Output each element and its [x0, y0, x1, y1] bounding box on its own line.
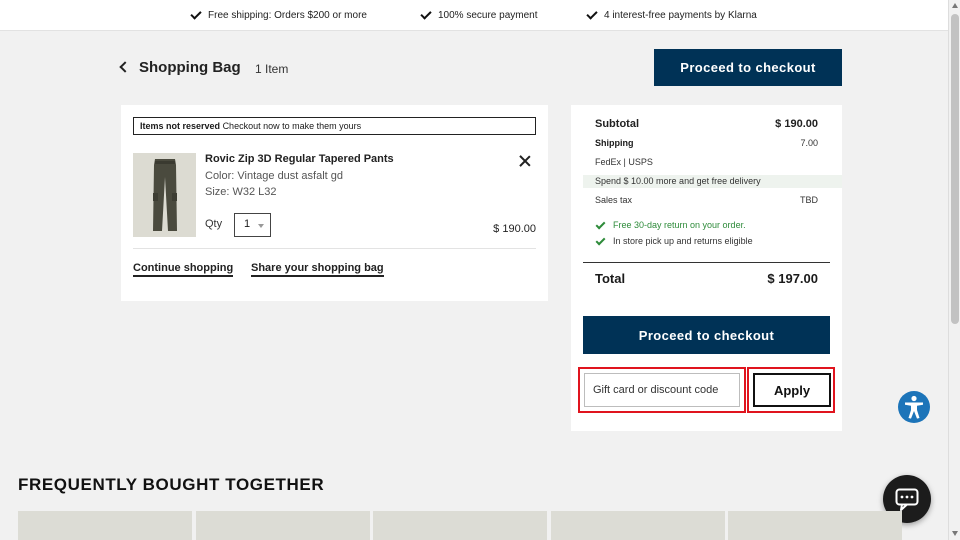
- total-label: Total: [595, 271, 626, 286]
- shipping-row: Shipping 7.00: [595, 138, 818, 148]
- perk-pickup-text: In store pick up and returns eligible: [613, 236, 753, 246]
- notice-bold: Items not reserved: [140, 121, 221, 131]
- discount-code-input[interactable]: [584, 373, 740, 407]
- divider: [133, 248, 536, 249]
- usp-label: Free shipping: Orders $200 or more: [208, 9, 367, 21]
- total-value: $ 197.00: [767, 271, 818, 286]
- product-name[interactable]: Rovic Zip 3D Regular Tapered Pants: [205, 153, 394, 165]
- scrollbar-thumb[interactable]: [951, 14, 959, 324]
- usp-label: 100% secure payment: [438, 9, 538, 21]
- free-delivery-banner: Spend $ 10.00 more and get free delivery: [583, 175, 842, 188]
- product-size: Size: W32 L32: [205, 186, 277, 198]
- reservation-notice: Items not reserved Checkout now to make …: [133, 117, 536, 135]
- continue-shopping-link[interactable]: Continue shopping: [133, 262, 234, 277]
- product-tile[interactable]: [551, 511, 725, 540]
- usp-free-shipping: Free shipping: Orders $200 or more: [190, 9, 367, 21]
- check-icon: [595, 236, 607, 246]
- apply-discount-button[interactable]: Apply: [753, 373, 831, 407]
- scroll-up-arrow-icon[interactable]: [952, 3, 958, 8]
- proceed-to-checkout-button-top[interactable]: Proceed to checkout: [654, 49, 842, 86]
- product-tile[interactable]: [373, 511, 547, 540]
- quantity-select[interactable]: 1: [234, 213, 271, 237]
- usp-label: 4 interest-free payments by Klarna: [604, 9, 757, 21]
- usp-secure-payment: 100% secure payment: [420, 9, 538, 21]
- sales-tax-row: Sales tax TBD: [595, 195, 818, 205]
- tax-value: TBD: [800, 195, 818, 205]
- carrier-row: FedEx | USPS: [595, 157, 818, 167]
- qty-value: 1: [244, 218, 251, 230]
- remove-item-close-icon[interactable]: [519, 155, 531, 167]
- product-color: Color: Vintage dust asfalt gd: [205, 170, 343, 182]
- share-bag-link[interactable]: Share your shopping bag: [251, 262, 384, 277]
- check-icon: [586, 9, 598, 21]
- carrier-text: FedEx | USPS: [595, 157, 653, 167]
- apply-highlight: Apply: [747, 367, 835, 413]
- product-tile[interactable]: [18, 511, 192, 540]
- usp-bar: Free shipping: Orders $200 or more 100% …: [0, 0, 948, 31]
- perk-return-text: Free 30-day return on your order.: [613, 220, 746, 230]
- qty-label: Qty: [205, 218, 223, 230]
- divider: [583, 262, 830, 263]
- total-row: Total $ 197.00: [595, 271, 818, 286]
- discount-highlight: [578, 367, 746, 413]
- page-title: Shopping Bag: [139, 59, 241, 76]
- shipping-label: Shipping: [595, 138, 634, 148]
- shipping-value: 7.00: [800, 138, 818, 148]
- perk-free-return: Free 30-day return on your order.: [595, 220, 746, 230]
- chevron-down-icon: [258, 224, 264, 228]
- subtotal-label: Subtotal: [595, 118, 639, 130]
- product-tile[interactable]: [728, 511, 902, 540]
- scroll-down-arrow-icon[interactable]: [952, 531, 958, 536]
- order-summary-card: Subtotal $ 190.00 Shipping 7.00 FedEx | …: [571, 105, 842, 431]
- notice-text: Checkout now to make them yours: [222, 121, 362, 131]
- usp-klarna: 4 interest-free payments by Klarna: [586, 9, 757, 21]
- accessibility-button[interactable]: [898, 391, 930, 423]
- check-icon: [420, 9, 432, 21]
- check-icon: [595, 220, 607, 230]
- back-chevron-icon[interactable]: [119, 61, 131, 73]
- subtotal-value: $ 190.00: [775, 118, 818, 130]
- check-icon: [190, 9, 202, 21]
- cart-card: Items not reserved Checkout now to make …: [121, 105, 548, 301]
- item-count: 1 Item: [255, 62, 289, 76]
- section-title-frequently-bought: FREQUENTLY BOUGHT TOGETHER: [18, 475, 325, 494]
- subtotal-row: Subtotal $ 190.00: [595, 118, 818, 130]
- page-scrollbar[interactable]: [948, 0, 960, 540]
- tax-label: Sales tax: [595, 195, 633, 205]
- line-item-price: $ 190.00: [493, 223, 536, 235]
- product-image[interactable]: [133, 153, 196, 237]
- accessibility-icon: [905, 395, 923, 419]
- pants-image: [133, 153, 196, 237]
- product-tile[interactable]: [196, 511, 370, 540]
- proceed-to-checkout-button[interactable]: Proceed to checkout: [583, 316, 830, 354]
- perk-store-pickup: In store pick up and returns eligible: [595, 236, 753, 246]
